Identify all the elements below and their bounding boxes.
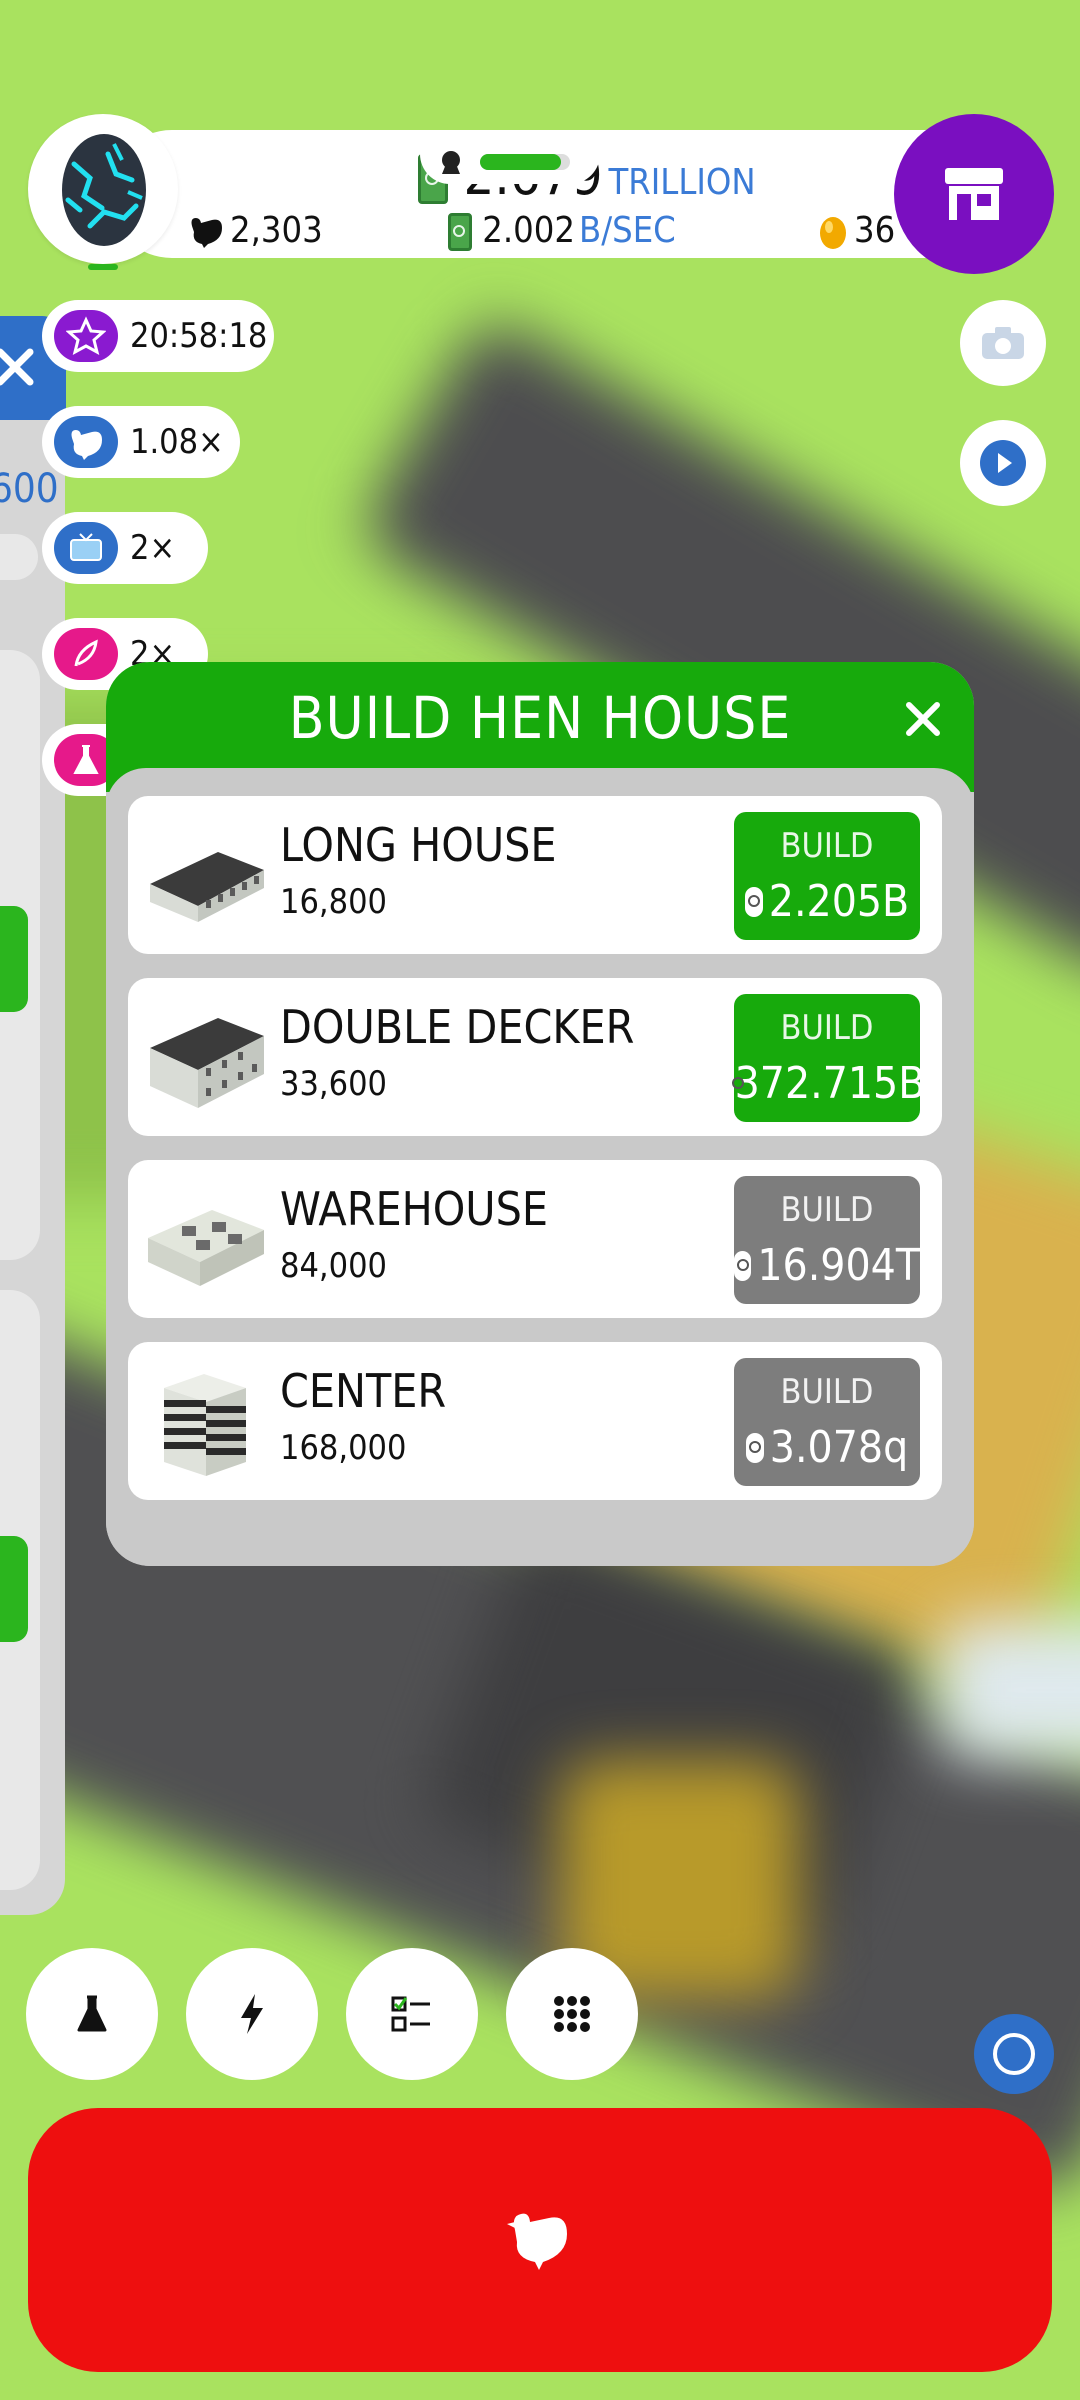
price-value: 2.205B: [768, 876, 910, 927]
build-label: BUILD: [780, 1008, 874, 1048]
boost-timer: 20:58:18: [130, 316, 268, 356]
dialog-title: BUILD HEN HOUSE: [288, 684, 792, 752]
build-price: 3.078q: [734, 1422, 920, 1473]
golden-egg-icon: [820, 216, 846, 249]
cash-icon: [745, 1432, 764, 1463]
boost-pill-chicken[interactable]: 1.08×: [42, 406, 240, 478]
money-unit: TRILLION: [608, 162, 756, 203]
hen-house-row: DOUBLE DECKER 33,600 BUILD 372.715B: [128, 978, 942, 1136]
chicken-icon: [54, 416, 118, 468]
hen-house-name: DOUBLE DECKER: [280, 1000, 635, 1054]
checklist-icon: [391, 1996, 430, 2032]
close-icon: [906, 702, 940, 736]
hen-house-name: LONG HOUSE: [280, 818, 557, 872]
boost-multiplier: 2×: [130, 528, 176, 568]
play-button[interactable]: [960, 420, 1046, 506]
rate-unit: B/SEC: [579, 210, 676, 251]
chick-icon: [442, 151, 460, 174]
cash-icon: [448, 213, 472, 251]
side-panel-value: 600: [0, 466, 59, 512]
hab-capacity-fill: [480, 154, 561, 170]
menu-button[interactable]: [506, 1948, 638, 2080]
build-button[interactable]: BUILD 3.078q: [734, 1358, 920, 1486]
price-value: 16.904T: [757, 1240, 920, 1291]
hen-house-name: CENTER: [280, 1364, 447, 1418]
warehouse-image: [148, 1210, 264, 1286]
dialog-close-button[interactable]: [896, 692, 950, 746]
egg-progress: [88, 264, 118, 270]
current-egg-button[interactable]: [28, 114, 178, 270]
missions-button[interactable]: [346, 1948, 478, 2080]
star-icon: [54, 310, 118, 362]
boost-multiplier: 1.08×: [130, 422, 224, 462]
chicken-count: 2,303: [188, 210, 323, 251]
lightning-icon: [241, 1994, 263, 2034]
tv-icon: [54, 522, 118, 574]
egg-icon: [62, 134, 146, 246]
price-value: 3.078q: [769, 1422, 909, 1473]
boost-pill-star[interactable]: 20:58:18: [42, 300, 274, 372]
assistant-button[interactable]: [974, 2014, 1054, 2094]
build-price: 16.904T: [734, 1240, 920, 1291]
rate-value: 2.002: [482, 210, 575, 251]
boost-pill-tv[interactable]: 2×: [42, 512, 208, 584]
hen-house-capacity: 33,600: [280, 1064, 387, 1104]
shop-button[interactable]: [894, 114, 1054, 274]
hen-house-row: CENTER 168,000 BUILD 3.078q: [128, 1342, 942, 1500]
circle-icon: [993, 2033, 1035, 2075]
build-label: BUILD: [780, 1190, 874, 1230]
camera-icon: [982, 327, 1024, 359]
hen-house-capacity: 168,000: [280, 1428, 407, 1468]
build-button[interactable]: BUILD 372.715B: [731, 994, 925, 1122]
research-button[interactable]: [26, 1948, 158, 2080]
cash-icon: [744, 886, 763, 917]
hab-capacity-tab[interactable]: [420, 140, 600, 184]
chicken-icon: [507, 2213, 567, 2270]
center-image: [164, 1374, 246, 1476]
golden-eggs-value: 36: [854, 210, 896, 251]
hen-house-capacity: 16,800: [280, 882, 387, 922]
build-hen-house-dialog: BUILD HEN HOUSE LONG HOUSE 16,800 BUILD …: [106, 662, 974, 1566]
camera-button[interactable]: [960, 300, 1046, 386]
double-decker-image: [150, 1018, 264, 1108]
build-price: 372.715B: [731, 1058, 925, 1109]
hab-capacity-bar: [480, 154, 570, 170]
flask-icon: [77, 1995, 107, 2032]
build-button[interactable]: BUILD 2.205B: [734, 812, 920, 940]
top-hud: 2.679TRILLION 2.002B/SEC 2,303 36: [28, 114, 1028, 270]
play-icon: [980, 440, 1026, 486]
build-label: BUILD: [780, 826, 874, 866]
shop-icon: [945, 168, 1003, 220]
chicken-icon: [191, 217, 222, 248]
hatch-chicken-button[interactable]: [28, 2108, 1052, 2372]
earning-rate: 2.002 B/SEC: [448, 210, 676, 251]
side-panel-green-button[interactable]: [0, 906, 28, 1012]
build-price: 2.205B: [734, 876, 920, 927]
cash-icon: [734, 1250, 752, 1281]
build-button[interactable]: BUILD 16.904T: [734, 1176, 920, 1304]
hen-house-capacity: 84,000: [280, 1246, 387, 1286]
side-panel-green-button[interactable]: [0, 1536, 28, 1642]
dialog-body: LONG HOUSE 16,800 BUILD 2.205B DOUBLE DE…: [106, 768, 974, 1566]
long-house-image: [150, 852, 264, 922]
boosts-button[interactable]: [186, 1948, 318, 2080]
golden-eggs-count: 36: [818, 210, 895, 251]
build-label: BUILD: [780, 1372, 874, 1412]
price-value: 372.715B: [734, 1058, 926, 1109]
hen-house-row: WAREHOUSE 84,000 BUILD 16.904T: [128, 1160, 942, 1318]
grid-icon: [554, 1996, 590, 2032]
hen-house-name: WAREHOUSE: [280, 1182, 549, 1236]
hen-house-row: LONG HOUSE 16,800 BUILD 2.205B: [128, 796, 942, 954]
chicken-count-value: 2,303: [230, 210, 323, 251]
